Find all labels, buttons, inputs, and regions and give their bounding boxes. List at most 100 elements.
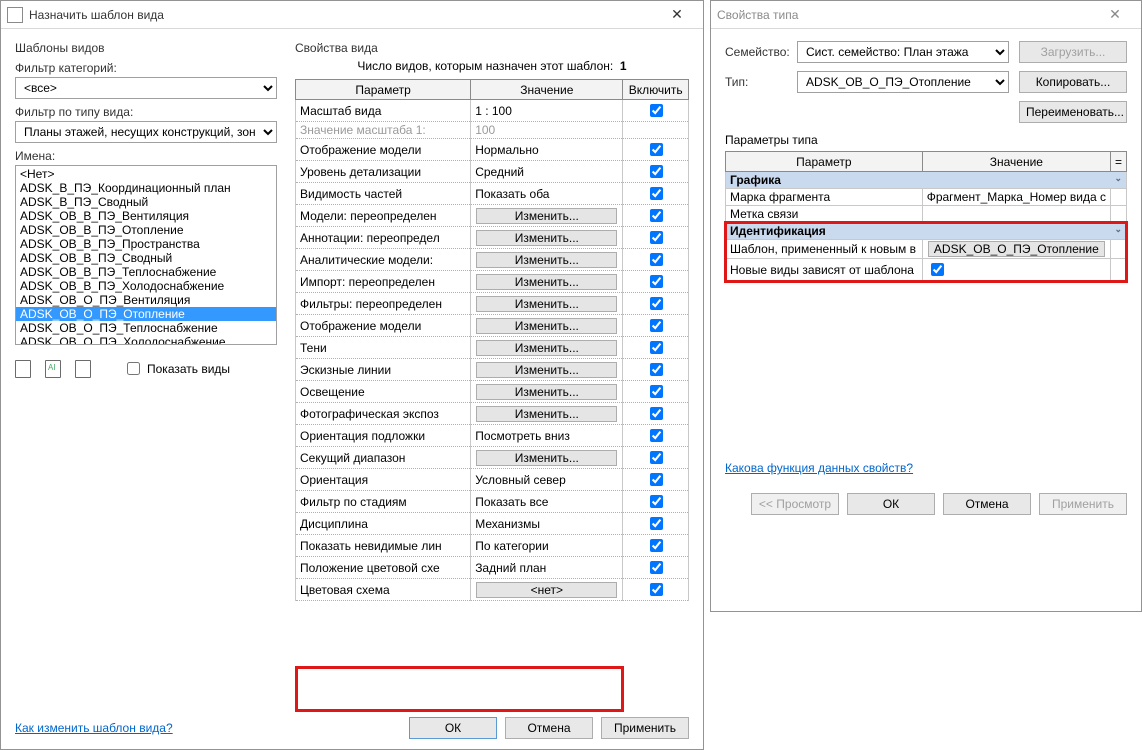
param-cell[interactable]: Ориентация [296,469,471,491]
include-cell[interactable] [623,579,689,601]
value-cell[interactable]: Механизмы [471,513,623,535]
col-header-eq[interactable]: = [1110,152,1126,172]
group-row[interactable]: Идентификация⌄ [726,223,1127,240]
value-cell[interactable]: Изменить... [471,205,623,227]
edit-button[interactable]: Изменить... [476,362,617,378]
list-item[interactable]: ADSK_ОВ_В_ПЭ_Вентиляция [16,209,276,223]
list-item[interactable]: <Нет> [16,167,276,181]
include-cell[interactable] [623,359,689,381]
include-cell[interactable] [623,601,689,602]
include-cell[interactable] [623,491,689,513]
include-checkbox[interactable] [650,104,663,117]
include-cell[interactable] [623,227,689,249]
titlebar[interactable]: Свойства типа ✕ [711,1,1141,29]
param-cell[interactable]: Отображение модели [296,139,471,161]
param-cell[interactable]: Масштаб вида [296,100,471,122]
duplicate-template-icon[interactable]: AI [45,360,61,378]
titlebar[interactable]: Назначить шаблон вида ✕ [1,1,703,29]
list-item[interactable]: ADSK_ОВ_О_ПЭ_Теплоснабжение [16,321,276,335]
include-cell[interactable] [623,315,689,337]
include-cell[interactable] [623,513,689,535]
value-cell[interactable] [922,206,1110,223]
col-header-include[interactable]: Включить [623,80,689,100]
include-checkbox[interactable] [650,165,663,178]
value-cell[interactable]: <нет> [471,579,623,601]
edit-button[interactable]: Изменить... [476,406,617,422]
include-checkbox[interactable] [650,451,663,464]
param-cell[interactable]: Значение масштаба 1: [296,122,471,139]
include-checkbox[interactable] [650,209,663,222]
delete-template-icon[interactable] [75,360,91,378]
include-cell[interactable] [623,425,689,447]
param-cell[interactable]: Ориентация подложки [296,425,471,447]
list-item[interactable]: ADSK_ОВ_О_ПЭ_Вентиляция [16,293,276,307]
include-checkbox[interactable] [650,385,663,398]
value-cell[interactable]: Показать оба [471,183,623,205]
edit-button[interactable]: Изменить... [476,230,617,246]
value-cell[interactable]: Фрагмент_Марка_Номер вида с [922,189,1110,206]
value-cell[interactable]: Условный север [471,469,623,491]
include-checkbox[interactable] [650,495,663,508]
param-cell[interactable]: Цветовая схема [296,579,471,601]
include-cell[interactable] [623,293,689,315]
param-cell[interactable]: Освещение [296,381,471,403]
include-cell[interactable] [623,403,689,425]
include-checkbox[interactable] [650,253,663,266]
value-button[interactable]: ADSK_ОВ_О_ПЭ_Отопление [928,241,1105,257]
include-cell[interactable] [623,139,689,161]
apply-button[interactable]: Применить [601,717,689,739]
filter-type-combo[interactable]: Планы этажей, несущих конструкций, зон [15,121,277,143]
value-cell[interactable]: Нормально [471,139,623,161]
help-link[interactable]: Какова функция данных свойств? [725,461,913,475]
value-cell[interactable]: Задний план [471,557,623,579]
param-cell[interactable]: Секущий диапазон [296,447,471,469]
value-cell[interactable]: Изменить... [471,315,623,337]
include-checkbox[interactable] [650,187,663,200]
param-cell[interactable]: Дисциплина [296,513,471,535]
param-cell[interactable]: Аннотации: переопредел [296,227,471,249]
value-cell[interactable]: Посмотреть вниз [471,425,623,447]
rename-button[interactable]: Переименовать... [1019,101,1127,123]
include-cell[interactable] [623,557,689,579]
close-icon[interactable]: ✕ [657,6,697,23]
value-cell[interactable]: По категории [471,535,623,557]
include-cell[interactable] [623,161,689,183]
edit-button[interactable]: <нет> [476,582,617,598]
edit-button[interactable]: Изменить... [476,274,617,290]
list-item[interactable]: ADSK_ОВ_В_ПЭ_Теплоснабжение [16,265,276,279]
family-combo[interactable]: Сист. семейство: План этажа [797,41,1009,63]
include-cell[interactable] [623,100,689,122]
value-cell[interactable]: Средний [471,161,623,183]
include-checkbox[interactable] [650,407,663,420]
param-cell[interactable]: Фотографическая экспоз [296,403,471,425]
param-cell[interactable]: Метка связи [726,206,923,223]
param-cell[interactable]: Шаблон, примененный к новым в [726,240,923,259]
include-cell[interactable] [623,271,689,293]
value-cell[interactable]: Изменить... [471,359,623,381]
edit-button[interactable]: Изменить... [476,450,617,466]
edit-button[interactable]: Изменить... [476,252,617,268]
param-cell[interactable]: Фильтры: переопределен [296,293,471,315]
list-item[interactable]: ADSK_ОВ_В_ПЭ_Отопление [16,223,276,237]
copy-button[interactable]: Копировать... [1019,71,1127,93]
list-item[interactable]: ADSK_В_ПЭ_Координационный план [16,181,276,195]
include-cell[interactable] [623,122,689,139]
cancel-button[interactable]: Отмена [943,493,1031,515]
param-cell[interactable]: Новые виды зависят от шаблона [726,259,923,281]
edit-button[interactable]: Изменить... [476,296,617,312]
include-checkbox[interactable] [650,143,663,156]
include-checkbox[interactable] [650,473,663,486]
param-table-scroll[interactable]: Параметр Значение Включить Масштаб вида1… [295,79,689,601]
type-combo[interactable]: ADSK_ОВ_О_ПЭ_Отопление [797,71,1009,93]
col-header-param[interactable]: Параметр [726,152,923,172]
include-cell[interactable] [623,249,689,271]
param-cell[interactable]: Положение цветовой схе [296,557,471,579]
param-cell[interactable]: Видимость частей [296,183,471,205]
param-cell[interactable]: Аналитические модели: [296,249,471,271]
list-item[interactable]: ADSK_В_ПЭ_Сводный [16,195,276,209]
value-cell[interactable]: 100 [471,122,623,139]
include-checkbox[interactable] [650,341,663,354]
list-item[interactable]: ADSK_ОВ_О_ПЭ_Отопление [16,307,276,321]
filter-category-combo[interactable]: <все> [15,77,277,99]
include-checkbox[interactable] [650,297,663,310]
